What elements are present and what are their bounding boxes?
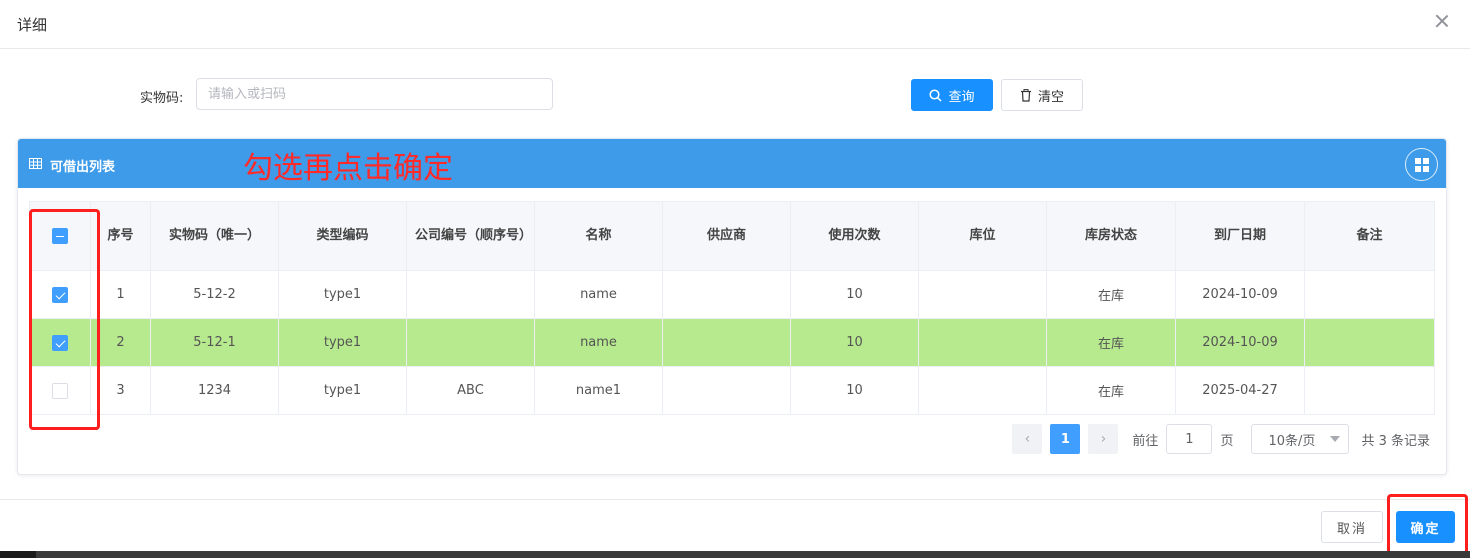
table-cell: 2024-10-09: [1175, 270, 1305, 319]
table-cell: [662, 366, 791, 415]
dialog-title: 详细: [17, 16, 48, 34]
borrowable-list-panel: 可借出列表 勾选再点击确定 序号 实物码（唯一） 类型编码 公司编号（顺序号） …: [17, 138, 1447, 475]
trash-icon: [1020, 88, 1031, 102]
row-select-cell: [29, 366, 91, 415]
total-records: 共 3 条记录: [1361, 433, 1430, 449]
table-grid-icon: [29, 158, 42, 169]
page-size-value: 10条/页: [1268, 433, 1316, 449]
column-header: 公司编号（顺序号）: [406, 201, 535, 271]
layout-grid-icon: [1414, 157, 1429, 172]
confirm-button[interactable]: 确定: [1396, 511, 1455, 543]
search-icon: [929, 88, 943, 102]
query-button[interactable]: 查询: [911, 79, 993, 111]
table-cell: 2025-04-27: [1175, 366, 1305, 415]
cancel-button[interactable]: 取消: [1321, 511, 1383, 543]
table-cell: [406, 318, 535, 367]
row-checkbox[interactable]: [52, 382, 68, 399]
table-cell: ABC: [406, 366, 535, 415]
clear-button[interactable]: 清空: [1001, 79, 1083, 111]
table-cell: 10: [790, 270, 919, 319]
column-header: 类型编码: [278, 201, 407, 271]
table-cell: [662, 270, 791, 319]
table-cell: 3: [90, 366, 151, 415]
column-header: 使用次数: [790, 201, 919, 271]
table-row[interactable]: 1 5-12-2 type1 name 10 在库 2024-10-09: [29, 270, 1435, 319]
close-icon[interactable]: [1434, 13, 1450, 29]
dialog-header: 详细: [0, 0, 1470, 49]
goto-suffix: 页: [1220, 433, 1234, 449]
table-cell: [1304, 366, 1435, 415]
table-cell: [918, 366, 1047, 415]
table-cell: [406, 270, 535, 319]
bottom-edge: [0, 551, 1470, 558]
table-cell: 10: [790, 318, 919, 367]
column-header: 名称: [534, 201, 663, 271]
table-row[interactable]: 3 1234 type1 ABC name1 10 在库 2025-04-27: [29, 366, 1435, 415]
goto-prefix: 前往: [1132, 433, 1159, 449]
row-select-cell: [29, 270, 91, 319]
table-cell: 1234: [150, 366, 279, 415]
page-number-current[interactable]: 1: [1050, 424, 1081, 454]
select-all-cell: [29, 201, 91, 271]
row-select-cell: [29, 318, 91, 367]
table-cell: [662, 318, 791, 367]
goto-page-input[interactable]: [1166, 424, 1213, 454]
table-cell: 10: [790, 366, 919, 415]
column-header: 备注: [1304, 201, 1435, 271]
search-input[interactable]: [196, 78, 553, 110]
table-cell: 1: [90, 270, 151, 319]
table-cell: 在库: [1046, 270, 1176, 319]
table-cell: name: [534, 318, 663, 367]
instruction-annotation: 勾选再点击确定: [243, 151, 453, 186]
borrowable-table: 序号 实物码（唯一） 类型编码 公司编号（顺序号） 名称 供应商 使用次数 库位…: [29, 201, 1435, 415]
column-header: 库位: [918, 201, 1047, 271]
next-page-button[interactable]: ›: [1088, 424, 1119, 454]
select-all-checkbox[interactable]: [52, 227, 68, 244]
prev-page-button[interactable]: ‹: [1012, 424, 1043, 454]
table-cell: [918, 318, 1047, 367]
row-checkbox[interactable]: [52, 286, 68, 303]
table-cell: 在库: [1046, 366, 1176, 415]
row-checkbox[interactable]: [52, 334, 68, 351]
table-cell: [1304, 318, 1435, 367]
column-header: 供应商: [662, 201, 791, 271]
column-header: 序号: [90, 201, 151, 271]
table-cell: [918, 270, 1047, 319]
table-cell: 2024-10-09: [1175, 318, 1305, 367]
table-cell: type1: [278, 318, 407, 367]
table-cell: 2: [90, 318, 151, 367]
layout-toggle-button[interactable]: [1405, 148, 1438, 181]
chevron-down-icon: [1330, 436, 1341, 442]
clear-button-label: 清空: [1037, 89, 1064, 105]
pagination: ‹ 1 › 前往 页 10条/页 共 3 条记录: [1012, 423, 1430, 455]
column-header: 到厂日期: [1175, 201, 1305, 271]
table-header-row: 序号 实物码（唯一） 类型编码 公司编号（顺序号） 名称 供应商 使用次数 库位…: [29, 201, 1435, 271]
table-cell: type1: [278, 366, 407, 415]
table-cell: 5-12-2: [150, 270, 279, 319]
page-size-select[interactable]: 10条/页: [1251, 424, 1350, 454]
table-cell: 在库: [1046, 318, 1176, 367]
table-cell: name1: [534, 366, 663, 415]
column-header: 实物码（唯一）: [150, 201, 279, 271]
query-button-label: 查询: [948, 89, 975, 105]
search-label: 实物码:: [140, 91, 184, 106]
footer-divider: [0, 499, 1470, 500]
table-cell: type1: [278, 270, 407, 319]
table-cell: name: [534, 270, 663, 319]
column-header: 库房状态: [1046, 201, 1176, 271]
panel-title: 可借出列表: [50, 160, 116, 175]
panel-header: 可借出列表 勾选再点击确定: [18, 139, 1446, 188]
table-row[interactable]: 2 5-12-1 type1 name 10 在库 2024-10-09: [29, 318, 1435, 367]
table-cell: 5-12-1: [150, 318, 279, 367]
table-cell: [1304, 270, 1435, 319]
